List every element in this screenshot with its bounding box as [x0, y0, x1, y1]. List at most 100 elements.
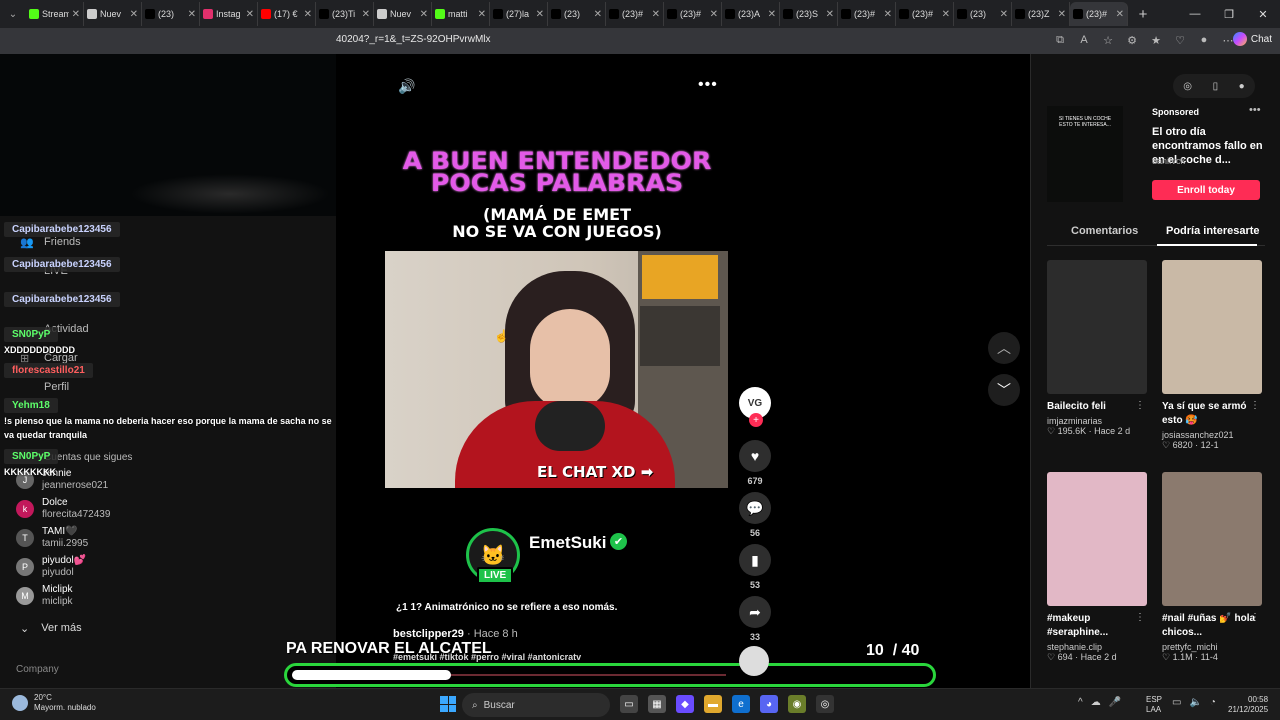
- share-button[interactable]: ➦ 33: [738, 596, 772, 642]
- tray-expand-icon[interactable]: ^: [1078, 697, 1083, 708]
- clock[interactable]: 00:58 21/12/2025: [1228, 695, 1268, 715]
- notifications-icon[interactable]: ◔: [1210, 697, 1216, 708]
- ad-handle[interactable]: danifvck: [1152, 156, 1185, 166]
- tab-close-icon[interactable]: ✕: [652, 9, 660, 20]
- card-more-icon[interactable]: ⋮: [1250, 400, 1260, 411]
- video-thumbnail[interactable]: [1047, 260, 1147, 394]
- see-more-button[interactable]: ⌄ Ver más: [20, 622, 82, 635]
- tab-close-icon[interactable]: ✕: [72, 9, 80, 20]
- browser-tab[interactable]: matti ✕: [432, 2, 490, 26]
- windows-start-icon[interactable]: [440, 696, 456, 712]
- minimize-icon[interactable]: —: [1178, 0, 1212, 28]
- tab-close-icon[interactable]: ✕: [1116, 9, 1124, 20]
- save-button[interactable]: ▮ 53: [738, 544, 772, 590]
- like-button[interactable]: ♥ 679: [738, 440, 772, 486]
- ad-more-icon[interactable]: •••: [1249, 104, 1261, 116]
- tab-close-icon[interactable]: ✕: [1058, 9, 1066, 20]
- previous-video-button[interactable]: ︿: [988, 332, 1020, 364]
- follow-plus-icon[interactable]: +: [749, 413, 763, 427]
- tab-close-icon[interactable]: ✕: [246, 9, 254, 20]
- weather-widget[interactable]: 20°C Mayorm. nublado: [12, 693, 96, 713]
- next-video-button[interactable]: ﹀: [988, 374, 1020, 406]
- recommended-card[interactable]: ⋮ Ya sí que se armó esto 🥵 josiassanchez02…: [1162, 260, 1264, 451]
- clip-author[interactable]: bestclipper29: [393, 628, 464, 640]
- browser-tab[interactable]: Nuev ✕: [84, 2, 142, 26]
- tab-close-icon[interactable]: ✕: [826, 9, 834, 20]
- discord-icon[interactable]: ◕: [760, 695, 778, 713]
- more-options-icon[interactable]: •••: [698, 76, 718, 94]
- card-author[interactable]: prettyfc_michi: [1162, 642, 1264, 652]
- tab-close-icon[interactable]: ✕: [710, 9, 718, 20]
- tab-close-icon[interactable]: ✕: [420, 9, 428, 20]
- browser-tab[interactable]: (27)la ✕: [490, 2, 548, 26]
- onedrive-icon[interactable]: ☁: [1091, 697, 1101, 708]
- user-avatar-icon[interactable]: ●: [1239, 81, 1245, 92]
- close-window-icon[interactable]: ✕: [1246, 0, 1280, 28]
- video-frame[interactable]: EL CHAT XD ➡: [385, 251, 728, 488]
- edge-icon[interactable]: e: [732, 695, 750, 713]
- comment-button[interactable]: 💬 56: [738, 492, 772, 538]
- tab-close-icon[interactable]: ✕: [130, 9, 138, 20]
- mic-icon[interactable]: 🎤: [1109, 697, 1121, 708]
- nav-friends[interactable]: Friends: [44, 236, 81, 248]
- browser-tab[interactable]: (23)# ✕: [606, 2, 664, 26]
- network-icon[interactable]: ▭: [1172, 697, 1181, 708]
- compass-icon[interactable]: ◎: [1183, 81, 1192, 92]
- browser-tab[interactable]: (23)S ✕: [780, 2, 838, 26]
- taskbar-search[interactable]: ⌕ Buscar: [462, 693, 610, 717]
- nav-profile[interactable]: Perfil: [44, 381, 69, 393]
- tab-close-icon[interactable]: ✕: [304, 9, 312, 20]
- enroll-button[interactable]: Enroll today: [1152, 180, 1260, 200]
- browser-tab[interactable]: (23) ✕: [142, 2, 200, 26]
- browser-tab[interactable]: (23)# ✕: [664, 2, 722, 26]
- card-author[interactable]: stephanie.clip: [1047, 642, 1149, 652]
- translate-icon[interactable]: A: [1076, 32, 1092, 48]
- tab-close-icon[interactable]: ✕: [188, 9, 196, 20]
- streamer-name[interactable]: EmetSuki: [529, 533, 606, 553]
- tab-close-icon[interactable]: ✕: [768, 9, 776, 20]
- file-explorer-icon[interactable]: ▬: [704, 695, 722, 713]
- app-icon[interactable]: ◉: [788, 695, 806, 713]
- copilot-chat-button[interactable]: Chat: [1232, 32, 1272, 46]
- video-thumbnail[interactable]: [1162, 472, 1262, 606]
- task-view-icon[interactable]: ▭: [620, 695, 638, 713]
- tab-close-icon[interactable]: ✕: [362, 9, 370, 20]
- tab-close-icon[interactable]: ✕: [942, 9, 950, 20]
- browser-tab[interactable]: Nuev ✕: [374, 2, 432, 26]
- card-author[interactable]: josiassanchez021: [1162, 430, 1264, 440]
- video-thumbnail[interactable]: [1047, 472, 1147, 606]
- browser-tab[interactable]: (23)Z ✕: [1012, 2, 1070, 26]
- browser-essentials-icon[interactable]: ♡: [1172, 32, 1188, 48]
- tab-close-icon[interactable]: ✕: [884, 9, 892, 20]
- copilot-app-icon[interactable]: ◆: [676, 695, 694, 713]
- language-indicator[interactable]: ESP LAA: [1146, 695, 1162, 715]
- phone-icon[interactable]: ▯: [1213, 81, 1219, 92]
- url-field[interactable]: 40204?_r=1&_t=ZS-92OHPvrwMlx: [336, 34, 491, 45]
- tab-close-icon[interactable]: ✕: [536, 9, 544, 20]
- tab-list-dropdown-icon[interactable]: ⌄: [0, 0, 26, 28]
- card-more-icon[interactable]: ⋮: [1135, 400, 1145, 411]
- browser-tab[interactable]: Stream ✕: [26, 2, 84, 26]
- browser-tab[interactable]: (23)# ✕: [896, 2, 954, 26]
- new-tab-icon[interactable]: +: [1132, 6, 1154, 23]
- browser-tab[interactable]: (23)A ✕: [722, 2, 780, 26]
- extensions-icon[interactable]: ⚙: [1124, 32, 1140, 48]
- browser-tab[interactable]: (17) € ✕: [258, 2, 316, 26]
- card-author[interactable]: imjazminarias: [1047, 416, 1149, 426]
- following-item[interactable]: Ppiyudol💕 piyudol: [16, 555, 86, 579]
- recommended-card[interactable]: ⋮ Bailecito feli imjazminarias ♡ 195.6K · H…: [1047, 260, 1149, 437]
- tab-close-icon[interactable]: ✕: [478, 9, 486, 20]
- following-item[interactable]: k Dolce florecita472439: [16, 497, 110, 521]
- favorite-star-icon[interactable]: ☆: [1100, 32, 1116, 48]
- card-more-icon[interactable]: ⋮: [1135, 612, 1145, 623]
- tab-close-icon[interactable]: ✕: [594, 9, 602, 20]
- video-thumbnail[interactable]: [1162, 260, 1262, 394]
- browser-tab[interactable]: (23) ✕: [548, 2, 606, 26]
- tab-close-icon[interactable]: ✕: [1000, 9, 1008, 20]
- store-icon[interactable]: ▦: [648, 695, 666, 713]
- recommended-card[interactable]: ⋮ #nail #uñas 💅 hola chicos... prettyfc_mi…: [1162, 472, 1264, 663]
- browser-tab[interactable]: Instag ✕: [200, 2, 258, 26]
- following-item[interactable]: M Miclipk miclipk: [16, 584, 73, 608]
- obs-icon[interactable]: ◎: [816, 695, 834, 713]
- recommended-card[interactable]: ⋮ #makeup #seraphine... stephanie.clip ♡ 69…: [1047, 472, 1149, 663]
